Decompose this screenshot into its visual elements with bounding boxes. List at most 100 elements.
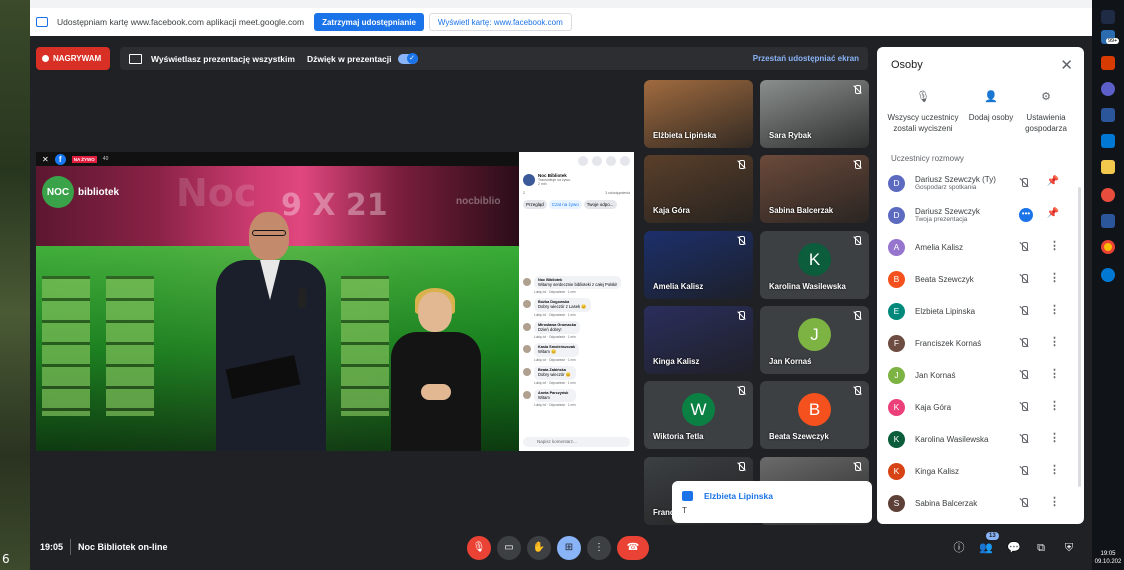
monitor-icon[interactable]	[1101, 134, 1115, 148]
participant-row[interactable]: D Dariusz Szewczyk Twoja prezentacja ••• 📌	[888, 204, 1074, 226]
facebook-tab[interactable]: Czat na żywo	[548, 200, 582, 209]
raise-hand-button[interactable]: ✋	[527, 536, 551, 560]
reaction-stats: 2 3 udostępnienia	[519, 189, 634, 197]
more-options-button[interactable]: ⋮	[587, 536, 611, 560]
show-tab-button[interactable]: Wyświetl kartę: www.facebook.com	[428, 13, 572, 31]
comment-meta[interactable]: Lubię to! · Odpowiedz · 1 min	[534, 403, 576, 407]
commenter-avatar[interactable]	[523, 345, 531, 353]
leave-call-button[interactable]: ☎	[617, 536, 649, 560]
close-icon[interactable]: ✕	[42, 155, 49, 164]
participant-row[interactable]: S Sabina Balcerzak ⋮	[888, 492, 1074, 514]
comment-bubble: Kasia Smoleńszczak Witam 😊	[534, 343, 580, 357]
chat-button[interactable]: 💬	[1006, 540, 1022, 556]
people-button[interactable]: 👥	[978, 540, 994, 556]
messenger-icon[interactable]	[1101, 82, 1115, 96]
pin-icon[interactable]: 📌	[1047, 176, 1059, 187]
more-vert-icon[interactable]: ⋮	[1049, 463, 1060, 476]
host-controls-button[interactable]: ⛨	[1061, 540, 1077, 556]
participant-row[interactable]: K Kinga Kalisz ⋮	[888, 460, 1074, 482]
chrome-icon[interactable]	[1101, 240, 1115, 254]
commenter-avatar[interactable]	[523, 300, 531, 308]
participant-tile[interactable]: B Beata Szewczyk	[760, 381, 869, 449]
comment-meta[interactable]: Lubię to! · Odpowiedz · 1 min	[534, 313, 591, 317]
participant-tile[interactable]: Kinga Kalisz	[644, 306, 753, 374]
comment-meta[interactable]: Lubię to! · Odpowiedz · 1 min	[534, 358, 579, 362]
calculator-icon[interactable]	[1101, 108, 1115, 122]
presentation-icon	[129, 53, 142, 64]
comment-item: Beata Zabińska Dobry wieczór 😊 Lubię to! ·…	[519, 364, 634, 387]
comment-meta[interactable]: Lubię to! · Odpowiedz · 1 min	[534, 290, 621, 294]
messenger-icon[interactable]	[592, 156, 602, 166]
notifications-icon[interactable]	[606, 156, 616, 166]
participant-row[interactable]: A Amelia Kalisz ⋮	[888, 236, 1074, 258]
scrollbar[interactable]	[1078, 187, 1081, 487]
comment-input[interactable]: Napisz komentarz...	[523, 437, 630, 447]
mic-off-icon	[1018, 401, 1030, 413]
comment-text: Dobry wieczór z Lasek 😊	[538, 304, 587, 309]
more-vert-icon[interactable]: ⋮	[1049, 271, 1060, 284]
edge-icon[interactable]	[1101, 268, 1115, 282]
comment-meta[interactable]: Lubię to! · Odpowiedz · 1 min	[534, 335, 580, 339]
viewer-count: 40	[102, 156, 109, 162]
participant-tile[interactable]: Sara Rybak	[760, 80, 869, 148]
camera-icon: ▭	[504, 542, 514, 553]
more-vert-icon[interactable]: ⋮	[1049, 239, 1060, 252]
commenter-avatar[interactable]	[523, 391, 531, 399]
sound-label: Dźwięk w prezentacji	[306, 53, 392, 64]
comment-meta[interactable]: Lubię to! · Odpowiedz · 1 min	[534, 381, 576, 385]
participant-row[interactable]: D Dariusz Szewczyk (Ty) Gospodarz spotkani…	[888, 172, 1074, 194]
participant-row[interactable]: E Elzbieta Lipinska ⋮	[888, 300, 1074, 322]
account-dropdown-icon[interactable]	[620, 156, 630, 166]
mic-off-action[interactable]: 🎙 Wszyscy uczestnicy zostali wyciszeni	[883, 92, 963, 134]
participant-row[interactable]: B Beata Szewczyk ⋮	[888, 268, 1074, 290]
recording-button[interactable]: NAGRYWAM	[36, 47, 110, 70]
more-vert-icon[interactable]: ⋮	[1049, 431, 1060, 444]
pin-icon[interactable]: 📌	[1047, 208, 1059, 219]
chat-notification[interactable]: Elzbieta Lipinska T	[672, 481, 872, 523]
office-icon[interactable]	[1101, 56, 1115, 70]
folder-icon[interactable]	[1101, 160, 1115, 174]
activities-button[interactable]: ⧉	[1033, 540, 1049, 556]
mic-off-icon	[736, 236, 746, 246]
stop-sharing-button[interactable]: Zatrzymaj udostępnianie	[314, 13, 424, 31]
system-clock[interactable]: 19:05 09.10.202	[1092, 550, 1124, 566]
more-vert-icon[interactable]: ⋮	[1049, 495, 1060, 508]
participant-tile[interactable]: K Karolina Wasilewska	[760, 231, 869, 299]
sound-toggle[interactable]	[397, 52, 418, 64]
more-vert-icon[interactable]: ⋮	[1049, 367, 1060, 380]
commenter-avatar[interactable]	[523, 368, 531, 376]
mic-toggle-button[interactable]: 🎙	[467, 536, 491, 560]
app-icon-2[interactable]	[1101, 188, 1115, 202]
stop-presenting-button[interactable]: Przestań udostępniać ekran	[753, 54, 859, 63]
menu-grid-icon[interactable]	[578, 156, 588, 166]
camera-toggle-button[interactable]: ▭	[497, 536, 521, 560]
facebook-live-video[interactable]: ✕ f NA ŻYWO 40 Noc 9 X 21 nocbiblio NOC …	[36, 152, 519, 451]
close-icon[interactable]: ✕	[1060, 56, 1073, 74]
facebook-tab[interactable]: Przegląd	[523, 200, 547, 209]
participant-tile[interactable]: Amelia Kalisz	[644, 231, 753, 299]
participant-tile[interactable]: Elżbieta Lipińska	[644, 80, 753, 148]
facebook-tab[interactable]: Twoje odpo...	[583, 200, 617, 209]
more-horiz-icon[interactable]: •••	[1019, 208, 1033, 222]
participant-row[interactable]: K Karolina Wasilewska ⋮	[888, 428, 1074, 450]
participant-tile[interactable]: Kaja Góra	[644, 155, 753, 223]
participant-row[interactable]: K Kaja Góra ⋮	[888, 396, 1074, 418]
present-button[interactable]: ⊞	[557, 536, 581, 560]
action-label: Wszyscy uczestnicy zostali wyciszeni	[887, 113, 959, 133]
participant-row[interactable]: F Franciszek Kornaś ⋮	[888, 332, 1074, 354]
more-vert-icon[interactable]: ⋮	[1049, 303, 1060, 316]
more-vert-icon[interactable]: ⋮	[1049, 335, 1060, 348]
participant-tile[interactable]: J Jan Kornaś	[760, 306, 869, 374]
meeting-details-button[interactable]: ⓘ	[951, 540, 967, 556]
bookmarks-bar: AplikacjeCytaty i FaktyPortal Rejestrów …	[30, 0, 1092, 8]
commenter-avatar[interactable]	[523, 323, 531, 331]
more-vert-icon[interactable]: ⋮	[1049, 399, 1060, 412]
participant-tile[interactable]: Sabina Balcerzak	[760, 155, 869, 223]
participant-row[interactable]: J Jan Kornaś ⋮	[888, 364, 1074, 386]
word-icon[interactable]	[1101, 214, 1115, 228]
host-settings-action[interactable]: ⚙ Ustawienia gospodarza	[1011, 92, 1081, 134]
commenter-avatar[interactable]	[523, 278, 531, 286]
app-icon[interactable]	[1101, 10, 1115, 24]
page-avatar[interactable]	[523, 173, 535, 186]
participant-tile[interactable]: W Wiktoria Tetla	[644, 381, 753, 449]
